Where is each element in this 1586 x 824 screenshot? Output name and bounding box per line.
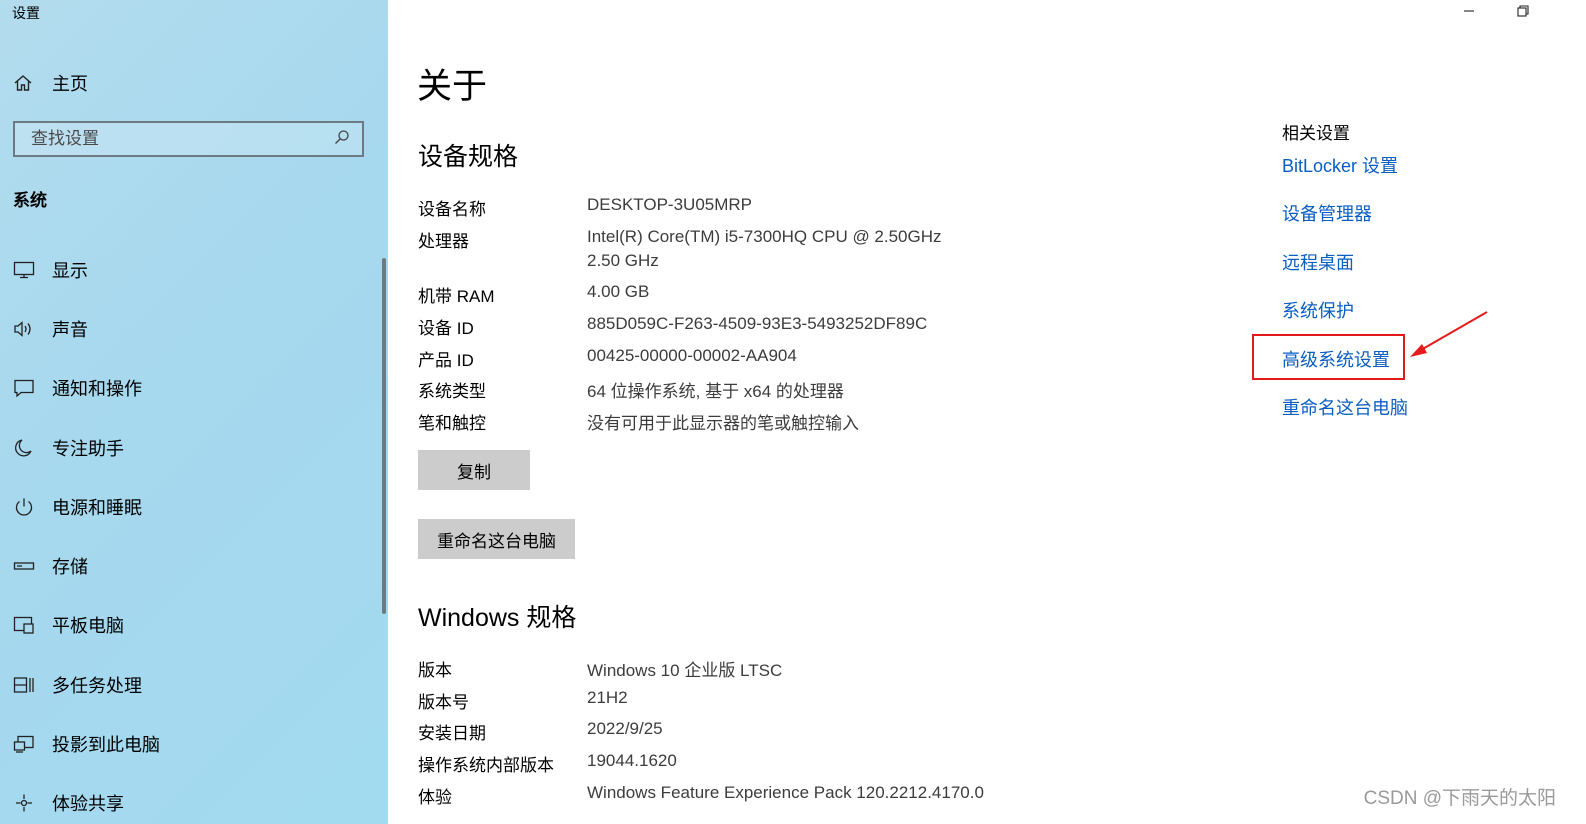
sidebar-item-tablet[interactable]: 平板电脑: [0, 596, 380, 655]
sidebar-item-shared-experiences[interactable]: 体验共享: [0, 774, 380, 824]
spec-value: Intel(R) Core(TM) i5-7300HQ CPU @ 2.50GH…: [587, 226, 942, 246]
windows-specs-table: 版本 Windows 10 企业版 LTSC 版本号 21H2 安装日期 202…: [418, 656, 984, 814]
sidebar-item-label: 平板电脑: [52, 616, 124, 637]
sidebar: 设置 主页 系统 显示 声音 通知和操作: [0, 0, 388, 824]
spec-row-product-id: 产品 ID 00425-00000-00002-AA904: [418, 346, 942, 378]
spec-value-line2: 2.50 GHz: [587, 250, 659, 270]
spec-key: 体验: [418, 787, 452, 807]
link-rename-pc[interactable]: 重命名这台电脑: [1282, 394, 1408, 420]
sidebar-home-label: 主页: [52, 74, 88, 94]
sidebar-item-display[interactable]: 显示: [0, 240, 380, 299]
sidebar-section-title: 系统: [13, 191, 47, 210]
spec-key: 版本号: [418, 692, 469, 712]
sidebar-item-label: 体验共享: [52, 794, 124, 815]
spec-key: 版本: [418, 661, 452, 680]
sidebar-item-label: 存储: [52, 557, 88, 578]
search-input[interactable]: [29, 128, 333, 150]
share-icon: [12, 791, 36, 815]
spec-row-os-build: 操作系统内部版本 19044.1620: [418, 751, 984, 783]
link-bitlocker-settings[interactable]: BitLocker 设置: [1282, 152, 1398, 178]
spec-value: DESKTOP-3U05MRP: [587, 195, 753, 214]
spec-key: 安装日期: [418, 724, 486, 744]
spec-key: 系统类型: [418, 382, 486, 402]
sidebar-scrollbar[interactable]: [382, 258, 386, 614]
spec-value: 00425-00000-00002-AA904: [587, 345, 797, 365]
sidebar-item-label: 电源和睡眠: [52, 497, 142, 518]
sidebar-item-focus-assist[interactable]: 专注助手: [0, 418, 380, 477]
tablet-icon: [12, 613, 36, 637]
spec-value: 没有可用于此显示器的笔或触控输入: [587, 414, 859, 434]
sidebar-item-storage[interactable]: 存储: [0, 536, 380, 595]
sidebar-item-label: 显示: [52, 260, 88, 281]
link-remote-desktop[interactable]: 远程桌面: [1282, 249, 1354, 275]
home-icon: [12, 72, 34, 94]
storage-icon: [12, 554, 36, 578]
device-specs-table: 设备名称 DESKTOP-3U05MRP 处理器 Intel(R) Core(T…: [418, 195, 942, 441]
spec-value: 64 位操作系统, 基于 x64 的处理器: [587, 382, 844, 402]
speaker-icon: [12, 317, 36, 341]
related-settings-heading: 相关设置: [1282, 124, 1350, 143]
spec-row-processor: 处理器 Intel(R) Core(TM) i5-7300HQ CPU @ 2.…: [418, 227, 942, 283]
window-title: 设置: [12, 5, 40, 21]
notification-icon: [12, 376, 36, 400]
multitask-icon: [12, 673, 36, 697]
spec-row-install-date: 安装日期 2022/9/25: [418, 719, 984, 751]
spec-row-system-type: 系统类型 64 位操作系统, 基于 x64 的处理器: [418, 377, 942, 409]
spec-value: 885D059C-F263-4509-93E3-5493252DF89C: [587, 314, 928, 334]
windows-specs-heading: Windows 规格: [418, 604, 577, 632]
sidebar-nav: 显示 声音 通知和操作 专注助手 电源和睡眠 存储 平板电脑 多任务处理 投影到…: [0, 240, 380, 824]
spec-row-version: 版本号 21H2: [418, 688, 984, 720]
device-specs-heading: 设备规格: [418, 143, 519, 171]
search-icon[interactable]: [334, 129, 350, 150]
spec-value: 4.00 GB: [587, 282, 650, 302]
spec-value: Windows 10 企业版 LTSC: [587, 661, 783, 680]
minimize-icon: [1463, 4, 1475, 22]
minimize-button[interactable]: [1446, 0, 1492, 26]
search-box[interactable]: [13, 121, 364, 157]
spec-row-ram: 机带 RAM 4.00 GB: [418, 282, 942, 314]
spec-key: 笔和触控: [418, 414, 486, 434]
monitor-icon: [12, 258, 36, 282]
project-icon: [12, 732, 36, 756]
spec-row-experience: 体验 Windows Feature Experience Pack 120.2…: [418, 783, 984, 815]
link-device-manager[interactable]: 设备管理器: [1282, 200, 1372, 226]
sidebar-home[interactable]: 主页: [12, 68, 88, 98]
watermark: CSDN @下雨天的太阳: [1363, 788, 1556, 809]
spec-row-device-id: 设备 ID 885D059C-F263-4509-93E3-5493252DF8…: [418, 314, 942, 346]
spec-key: 机带 RAM: [418, 287, 495, 307]
copy-button[interactable]: 复制: [418, 450, 530, 490]
spec-value: 21H2: [587, 687, 628, 707]
annotation-arrow-icon: [1410, 311, 1488, 357]
spec-key: 设备名称: [418, 200, 486, 219]
sidebar-item-label: 投影到此电脑: [52, 735, 160, 756]
spec-key: 操作系统内部版本: [418, 756, 554, 776]
spec-value-group: Intel(R) Core(TM) i5-7300HQ CPU @ 2.50GH…: [587, 227, 942, 283]
spec-row-edition: 版本 Windows 10 企业版 LTSC: [418, 656, 984, 688]
spec-value: Windows Feature Experience Pack 120.2212…: [587, 782, 984, 802]
sidebar-item-multitasking[interactable]: 多任务处理: [0, 655, 380, 714]
sidebar-item-sound[interactable]: 声音: [0, 299, 380, 358]
spec-key: 处理器: [418, 231, 469, 251]
spec-value: 19044.1620: [587, 751, 677, 771]
restore-icon: [1517, 4, 1529, 22]
spec-key: 设备 ID: [418, 319, 474, 339]
spec-value: 2022/9/25: [587, 719, 663, 739]
spec-row-pen-touch: 笔和触控 没有可用于此显示器的笔或触控输入: [418, 409, 942, 441]
sidebar-item-label: 声音: [52, 319, 88, 340]
moon-icon: [12, 436, 36, 460]
spec-key: 产品 ID: [418, 350, 474, 370]
page-title: 关于: [417, 67, 488, 106]
restore-button[interactable]: [1500, 0, 1546, 26]
rename-pc-button[interactable]: 重命名这台电脑: [418, 519, 575, 559]
spec-row-device-name: 设备名称 DESKTOP-3U05MRP: [418, 195, 942, 227]
power-icon: [12, 495, 36, 519]
sidebar-item-project[interactable]: 投影到此电脑: [0, 714, 380, 773]
sidebar-item-power[interactable]: 电源和睡眠: [0, 477, 380, 536]
sidebar-item-notifications[interactable]: 通知和操作: [0, 359, 380, 418]
highlight-box: [1252, 334, 1405, 380]
link-system-protection[interactable]: 系统保护: [1282, 297, 1354, 323]
sidebar-item-label: 多任务处理: [52, 675, 142, 696]
sidebar-item-label: 专注助手: [52, 438, 124, 459]
sidebar-item-label: 通知和操作: [52, 379, 142, 400]
